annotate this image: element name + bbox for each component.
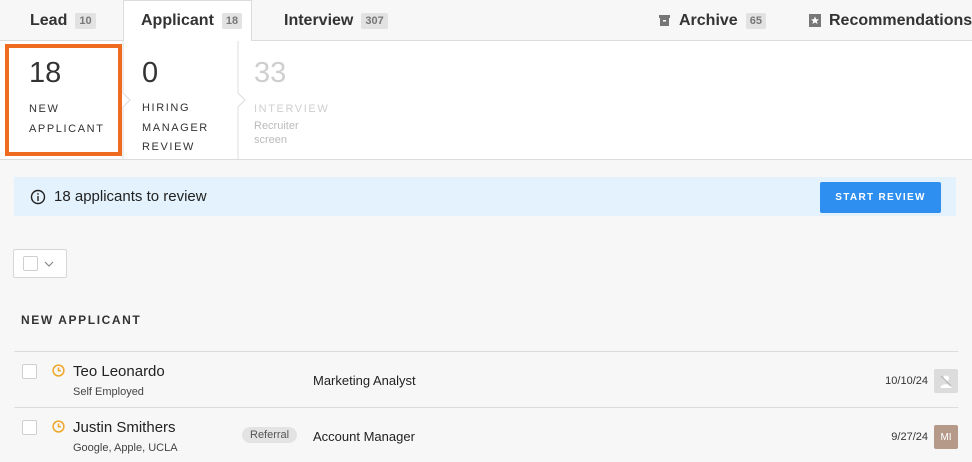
stage-sub-line: Recruiter — [254, 120, 299, 132]
tab-recommendations-label: Recommendations — [829, 11, 972, 29]
star-icon — [809, 14, 821, 27]
start-review-button[interactable]: START REVIEW — [820, 182, 941, 213]
stage-label-line: REVIEW — [142, 141, 195, 153]
avatar[interactable] — [934, 369, 958, 393]
stage-count: 0 — [142, 57, 159, 89]
row-checkbox[interactable] — [22, 420, 37, 435]
stage-count: 33 — [254, 57, 287, 89]
stage-label-line: HIRING — [142, 102, 191, 114]
banner-text: 18 applicants to review — [54, 188, 207, 205]
pipeline-tabs: Lead 10 Applicant 18 Interview 307 Archi… — [0, 0, 972, 42]
clock-icon — [52, 364, 65, 377]
clock-icon — [52, 420, 65, 433]
chevron-down-icon — [44, 261, 54, 267]
referral-tag: Referral — [242, 427, 298, 443]
stage-highlight — [5, 44, 122, 156]
bulk-select-dropdown[interactable] — [13, 249, 67, 278]
select-all-checkbox[interactable] — [23, 256, 38, 271]
tab-archive[interactable]: Archive 65 — [658, 0, 766, 41]
applicant-org: Self Employed — [73, 386, 144, 398]
tab-lead[interactable]: Lead 10 — [30, 0, 96, 41]
stage-interview[interactable]: 33 INTERVIEW Recruiter screen — [230, 41, 360, 160]
stage-label: HIRING MANAGER REVIEW — [142, 99, 238, 158]
stage-label: INTERVIEW — [254, 103, 330, 115]
stage-label-line: MANAGER — [142, 121, 209, 134]
applicant-role: Marketing Analyst — [313, 373, 416, 388]
tab-lead-label: Lead — [30, 11, 68, 29]
row-checkbox[interactable] — [22, 364, 37, 379]
applicant-name[interactable]: Teo Leonardo — [73, 363, 165, 380]
archive-icon — [659, 15, 670, 26]
tab-applicant-label: Applicant — [141, 12, 214, 29]
avatar[interactable]: MI — [934, 425, 958, 449]
tab-interview[interactable]: Interview 307 — [284, 0, 388, 41]
tab-interview-count: 307 — [361, 12, 388, 29]
section-title: NEW APPLICANT — [21, 313, 142, 327]
applicant-date: 10/10/24 — [885, 375, 928, 387]
applicant-role: Account Manager — [313, 429, 415, 444]
applicant-date: 9/27/24 — [891, 431, 928, 443]
tab-archive-label: Archive — [679, 11, 738, 29]
tab-applicant-count: 18 — [221, 13, 243, 29]
stage-pipeline: 18 NEW APPLICANT 0 HIRING MANAGER REVIEW… — [0, 41, 972, 160]
person-placeholder-icon — [940, 375, 952, 388]
tab-interview-label: Interview — [284, 11, 354, 29]
applicant-row[interactable]: Justin Smithers Google, Apple, UCLA Refe… — [14, 407, 958, 462]
stage-sub-label: Recruiter screen — [254, 119, 360, 147]
tab-lead-count: 10 — [75, 12, 96, 29]
tab-applicant[interactable]: Applicant 18 — [123, 0, 252, 42]
applicant-name[interactable]: Justin Smithers — [73, 419, 176, 436]
applicant-row[interactable]: Teo Leonardo Self Employed Marketing Ana… — [14, 351, 958, 407]
stage-hiring-manager-review[interactable]: 0 HIRING MANAGER REVIEW — [118, 41, 238, 160]
review-banner: 18 applicants to review START REVIEW — [14, 177, 956, 216]
info-icon — [30, 189, 46, 204]
tab-recommendations[interactable]: Recommendations — [809, 0, 972, 41]
applicant-org: Google, Apple, UCLA — [73, 442, 178, 454]
stage-sub-line: screen — [254, 134, 288, 146]
tab-archive-count: 65 — [745, 12, 766, 29]
